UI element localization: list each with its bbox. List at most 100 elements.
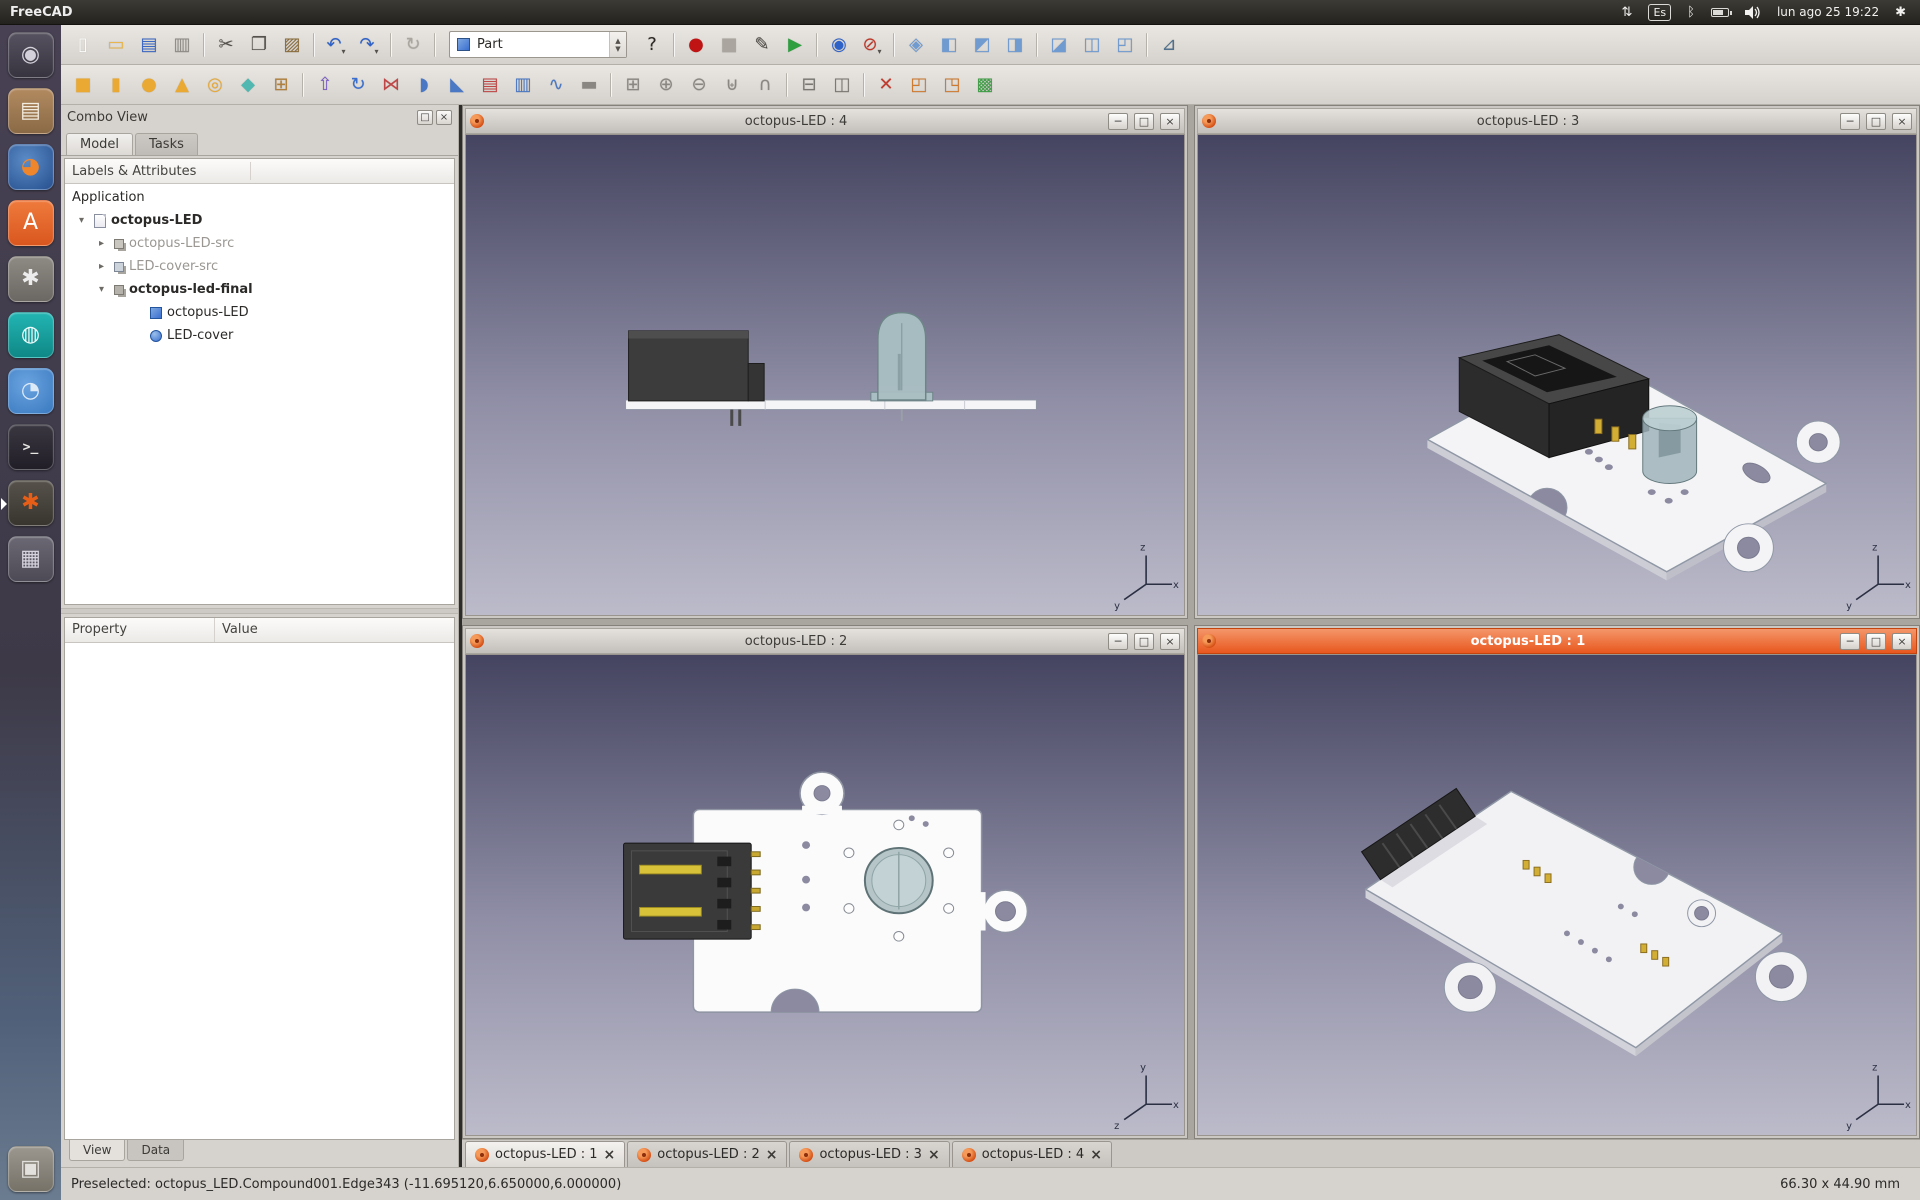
dash-home-icon[interactable]: ◉ xyxy=(8,32,54,78)
shape-builder-icon[interactable]: ⊞ xyxy=(265,70,297,100)
view-right-icon[interactable]: ◨ xyxy=(999,30,1031,60)
tree-item[interactable]: octopus-LED xyxy=(65,301,454,324)
part-primitives-icon[interactable]: ◆ xyxy=(232,70,264,100)
3d-viewport-3[interactable]: z x y xyxy=(1197,134,1917,616)
sweep-icon[interactable]: ∿ xyxy=(540,70,572,100)
part-sphere-icon[interactable]: ● xyxy=(133,70,165,100)
refine-shape-icon[interactable]: ▩ xyxy=(969,70,1001,100)
refresh-icon[interactable]: ↻ xyxy=(397,30,429,60)
tree-item[interactable]: ▾ octopus-LED xyxy=(65,209,454,232)
window-minimize-button[interactable]: ─ xyxy=(1840,633,1860,650)
workbench-spinner[interactable]: ▲▼ xyxy=(609,32,626,57)
tab-close-icon[interactable]: × xyxy=(928,1148,940,1162)
panel-splitter[interactable] xyxy=(61,608,458,614)
undo-icon[interactable]: ↶▾ xyxy=(320,30,352,60)
tab-close-icon[interactable]: × xyxy=(604,1148,616,1162)
open-file-icon[interactable]: ▭ xyxy=(100,30,132,60)
terminal-icon[interactable]: >_ xyxy=(8,424,54,470)
clock[interactable]: lun ago 25 19:22 xyxy=(1777,5,1879,19)
combo-view-tab[interactable]: Model xyxy=(66,133,133,155)
part-cylinder-icon[interactable]: ▮ xyxy=(100,70,132,100)
copy-icon[interactable]: ❐ xyxy=(243,30,275,60)
view-bottom-icon[interactable]: ◫ xyxy=(1076,30,1108,60)
tree-item[interactable]: ▾ octopus-led-final xyxy=(65,278,454,301)
draw-style-icon[interactable]: ⊘▾ xyxy=(856,30,888,60)
bluetooth-icon[interactable]: ᛒ xyxy=(1687,5,1695,20)
window-titlebar[interactable]: octopus-LED : 1 ─ □ × xyxy=(1197,628,1917,654)
image-viewer-icon[interactable]: ▣ xyxy=(8,1146,54,1192)
freecad-icon[interactable]: ✱ xyxy=(8,480,54,526)
view-front-icon[interactable]: ◧ xyxy=(933,30,965,60)
value-column-header[interactable]: Value xyxy=(215,618,265,642)
window-close-button[interactable]: × xyxy=(1892,113,1912,130)
tree-expander-icon[interactable]: ▾ xyxy=(79,215,94,226)
macro-edit-icon[interactable]: ✎ xyxy=(746,30,778,60)
combo-view-titlebar[interactable]: Combo View □ × xyxy=(61,105,458,129)
view-rear-icon[interactable]: ◪ xyxy=(1043,30,1075,60)
window-titlebar[interactable]: octopus-LED : 2 ─ □ × xyxy=(465,628,1185,654)
keyboard-layout-indicator[interactable]: Es xyxy=(1648,4,1671,21)
document-tab[interactable]: octopus-LED : 4 × xyxy=(952,1141,1112,1167)
window-titlebar[interactable]: octopus-LED : 4 ─ □ × xyxy=(465,108,1185,134)
view-isometric-icon[interactable]: ◈ xyxy=(900,30,932,60)
dock-close-button[interactable]: × xyxy=(436,110,452,125)
part-cone-icon[interactable]: ▲ xyxy=(166,70,198,100)
volume-icon[interactable] xyxy=(1745,6,1761,19)
tree-item[interactable]: LED-cover xyxy=(65,324,454,347)
section-icon[interactable]: ▬ xyxy=(573,70,605,100)
macro-stop-icon[interactable]: ■ xyxy=(713,30,745,60)
tree-expander-icon[interactable]: ▸ xyxy=(99,261,114,272)
window-titlebar[interactable]: octopus-LED : 3 ─ □ × xyxy=(1197,108,1917,134)
connect-objects-icon[interactable]: ⊟ xyxy=(793,70,825,100)
whatsthis-icon[interactable]: ? xyxy=(636,30,668,60)
boolean-icon[interactable]: ⊕ xyxy=(650,70,682,100)
tab-close-icon[interactable]: × xyxy=(1090,1148,1102,1162)
fillet-icon[interactable]: ◗ xyxy=(408,70,440,100)
window-minimize-button[interactable]: ─ xyxy=(1108,113,1128,130)
window-minimize-button[interactable]: ─ xyxy=(1840,113,1860,130)
extrude-icon[interactable]: ⇧ xyxy=(309,70,341,100)
compound-icon[interactable]: ⊞ xyxy=(617,70,649,100)
property-view-tab[interactable]: Data xyxy=(127,1140,184,1161)
window-close-button[interactable]: × xyxy=(1160,113,1180,130)
new-file-icon[interactable]: ▯ xyxy=(67,30,99,60)
3d-viewport-1[interactable]: z x y xyxy=(1197,654,1917,1136)
system-settings-icon[interactable]: ✱ xyxy=(8,256,54,302)
workbench-selector[interactable]: Part ▲▼ xyxy=(449,31,627,58)
battery-icon[interactable] xyxy=(1711,8,1729,17)
chamfer-icon[interactable]: ◣ xyxy=(441,70,473,100)
tree-item[interactable]: ▸ octopus-LED-src xyxy=(65,232,454,255)
workspace-switcher-icon[interactable]: ▦ xyxy=(8,536,54,582)
tree-item[interactable]: Application xyxy=(65,186,454,209)
ruled-surface-icon[interactable]: ▤ xyxy=(474,70,506,100)
firefox-icon[interactable]: ◕ xyxy=(8,144,54,190)
export-step-icon[interactable]: ◳ xyxy=(936,70,968,100)
chromium-icon[interactable]: ◔ xyxy=(8,368,54,414)
boolean-union-icon[interactable]: ⊎ xyxy=(716,70,748,100)
save-icon[interactable]: ▤ xyxy=(133,30,165,60)
dock-float-button[interactable]: □ xyxy=(417,110,433,125)
measure-distance-icon[interactable]: ⊿ xyxy=(1153,30,1185,60)
part-torus-icon[interactable]: ◎ xyxy=(199,70,231,100)
view-top-icon[interactable]: ◩ xyxy=(966,30,998,60)
paste-icon[interactable]: ▨ xyxy=(276,30,308,60)
import-step-icon[interactable]: ◰ xyxy=(903,70,935,100)
session-menu-icon[interactable]: ✱ xyxy=(1895,5,1906,20)
split-objects-icon[interactable]: ◫ xyxy=(826,70,858,100)
software-center-icon[interactable]: A xyxy=(8,200,54,246)
document-tab[interactable]: octopus-LED : 1 × xyxy=(465,1141,625,1167)
boolean-intersection-icon[interactable]: ∩ xyxy=(749,70,781,100)
view-left-icon[interactable]: ◰ xyxy=(1109,30,1141,60)
property-column-header[interactable]: Property xyxy=(65,618,215,642)
view-fit-all-icon[interactable]: ◉ xyxy=(823,30,855,60)
tree-header[interactable]: Labels & Attributes xyxy=(65,159,454,184)
tab-close-icon[interactable]: × xyxy=(766,1148,778,1162)
property-view-tab[interactable]: View xyxy=(69,1140,125,1161)
loft-icon[interactable]: ▥ xyxy=(507,70,539,100)
cut-icon[interactable]: ✂ xyxy=(210,30,242,60)
revolve-icon[interactable]: ↻ xyxy=(342,70,374,100)
print-icon[interactable]: ▥ xyxy=(166,30,198,60)
window-minimize-button[interactable]: ─ xyxy=(1108,633,1128,650)
macro-play-icon[interactable]: ▶ xyxy=(779,30,811,60)
cross-sections-icon[interactable]: ✕ xyxy=(870,70,902,100)
